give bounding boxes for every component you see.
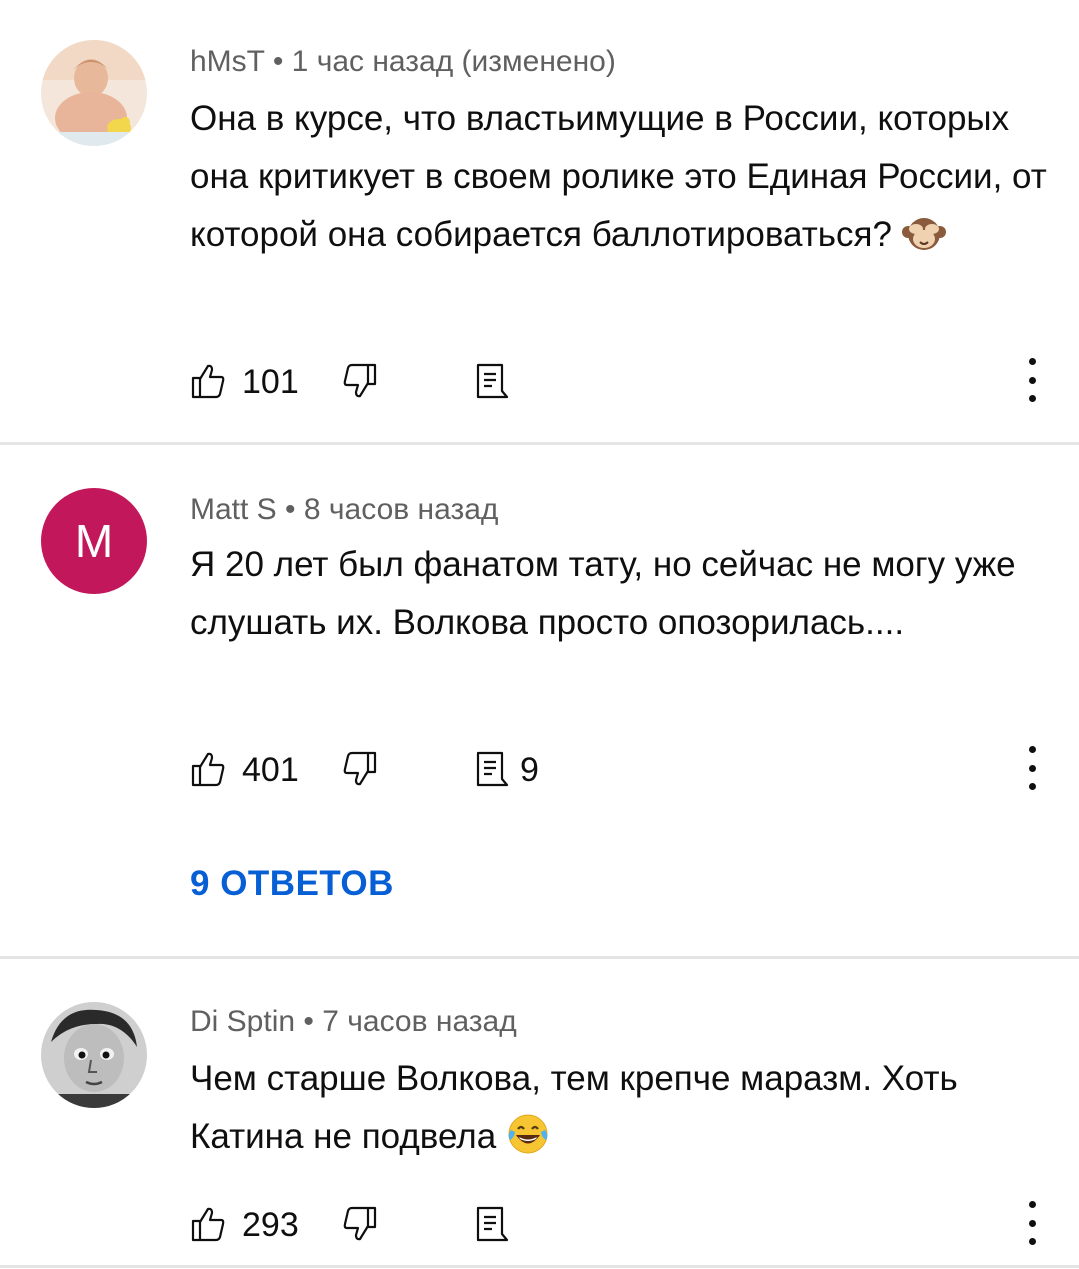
comment-actions: 401 9 [190,746,1050,794]
like-count: 293 [242,1206,299,1244]
meta-separator: • [303,1005,314,1038]
comment-text: Чем старше Волкова, тем крепче маразм. Х… [190,1059,958,1156]
author-name[interactable]: Di Sptin [190,1005,295,1038]
comment-text-block: Я 20 лет был фанатом тату, но сейчас не … [190,536,1050,652]
thumb-up-icon [191,364,225,399]
comment-text-block: Она в курсе, что властьимущие в России, … [190,90,1050,264]
avatar[interactable] [41,1002,147,1108]
like-count: 401 [242,751,299,789]
reply-comment-icon [476,751,509,787]
reply-comment-icon [476,1206,509,1242]
thumb-down-icon [343,363,377,398]
divider [0,442,1079,445]
avatar-image [41,1002,147,1108]
view-replies-button[interactable]: 9 ОТВЕТОВ [190,864,394,904]
avatar[interactable]: M [41,488,147,594]
avatar-image [41,40,147,146]
avatar[interactable] [41,40,147,146]
more-options-icon[interactable] [1022,1201,1042,1245]
more-options-icon[interactable] [1022,358,1042,402]
like-count: 101 [242,363,299,401]
comment-time[interactable]: 7 часов назад [322,1005,517,1038]
more-options-icon[interactable] [1022,746,1042,790]
comment-text-block: Чем старше Волкова, тем крепче маразм. Х… [190,1050,1050,1166]
meta-separator: • [272,45,284,78]
dislike-button[interactable] [342,750,378,788]
avatar-letter: M [74,515,114,567]
reply-comment-icon [476,363,509,399]
comment-actions: 101 [190,358,1050,406]
reply-button[interactable] [474,750,510,788]
comment-actions: 293 [190,1201,1050,1249]
thumb-up-icon [191,1207,225,1242]
thumb-up-icon [191,752,225,787]
comment-time[interactable]: 1 час назад (изменено) [292,45,616,78]
meta-separator: • [285,493,296,526]
reply-button[interactable] [474,362,510,400]
tears-of-joy-icon [506,1112,550,1156]
divider [0,1265,1079,1268]
author-name[interactable]: Matt S [190,493,277,526]
comment-meta: Matt S • 8 часов назад [190,492,498,528]
reply-count: 9 [520,751,539,789]
comment-time[interactable]: 8 часов назад [304,493,499,526]
comment-text: Я 20 лет был фанатом тату, но сейчас не … [190,545,1016,642]
like-button[interactable] [190,750,226,788]
like-button[interactable] [190,1205,226,1243]
dislike-button[interactable] [342,1205,378,1243]
dislike-button[interactable] [342,362,378,400]
divider [0,956,1079,959]
see-no-evil-monkey-icon [901,210,946,254]
like-button[interactable] [190,362,226,400]
comment-meta: Di Sptin • 7 часов назад [190,1004,517,1040]
reply-button[interactable] [474,1205,510,1243]
author-name[interactable]: hMsT [190,45,264,78]
thumb-down-icon [343,751,377,786]
comment-meta: hMsT • 1 час назад (изменено) [190,44,616,80]
thumb-down-icon [343,1206,377,1241]
